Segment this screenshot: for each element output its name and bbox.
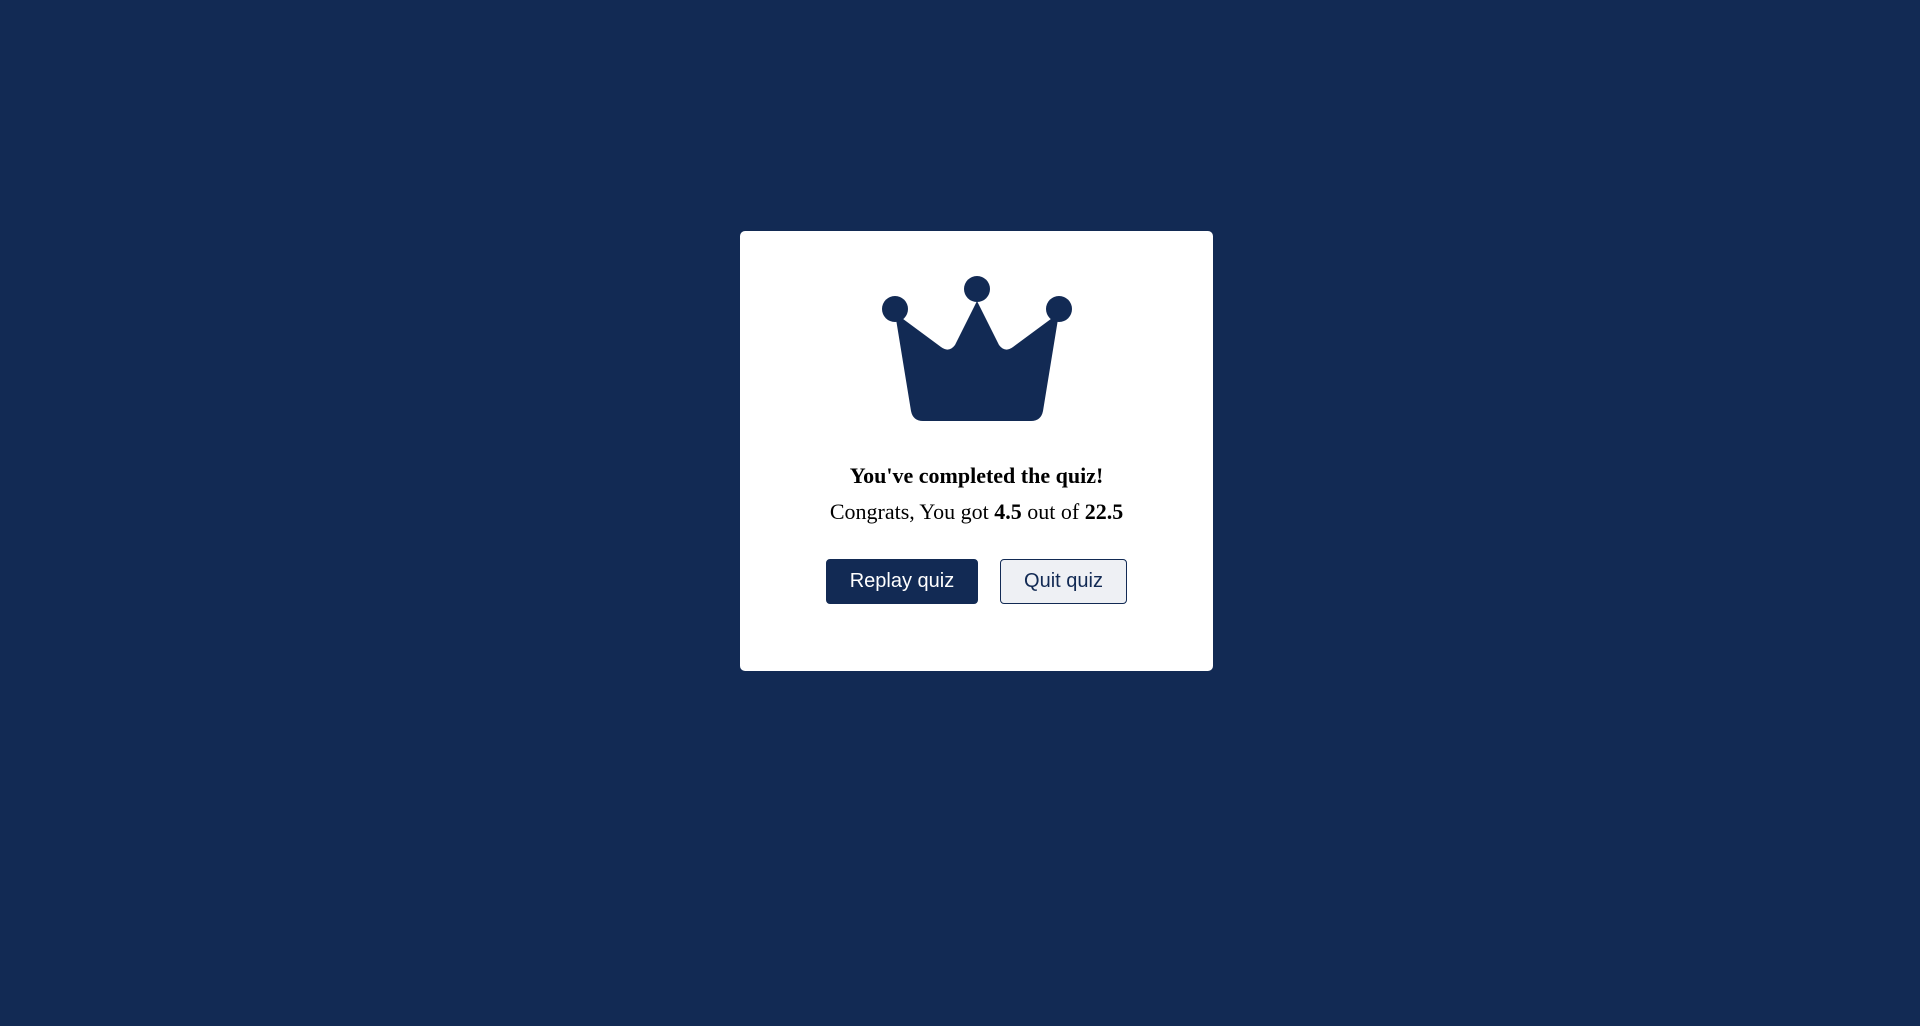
crown-icon xyxy=(881,275,1073,425)
completion-title: You've completed the quiz! xyxy=(849,463,1104,488)
quit-quiz-button[interactable]: Quit quiz xyxy=(1000,559,1127,604)
button-row: Replay quiz Quit quiz xyxy=(826,559,1127,604)
score-prefix: Congrats, You got xyxy=(829,499,989,524)
score-value: 4.5 xyxy=(994,499,1022,524)
score-total: 22.5 xyxy=(1084,499,1124,524)
result-box: You've completed the quiz! Congrats, You… xyxy=(740,231,1213,671)
score-middle: out of xyxy=(1027,499,1080,524)
replay-quiz-button[interactable]: Replay quiz xyxy=(826,559,978,604)
score-text: Congrats, You got 4.5 out of 22.5 xyxy=(830,499,1123,525)
